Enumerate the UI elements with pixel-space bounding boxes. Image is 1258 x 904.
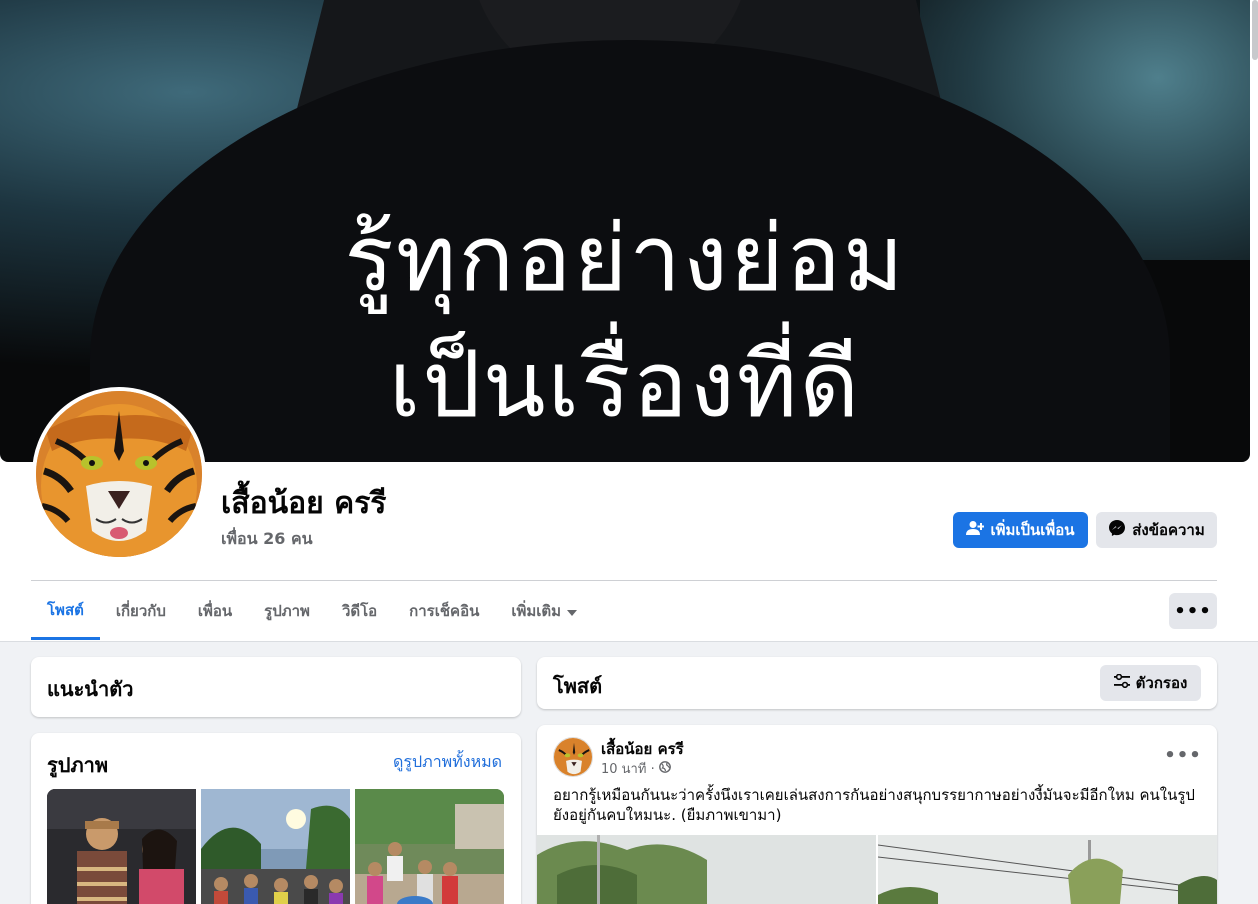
- header-bottom-border: [0, 641, 1258, 642]
- add-friend-button[interactable]: เพิ่มเป็นเพื่อน: [953, 512, 1088, 548]
- tab-friends[interactable]: เพื่อน: [182, 582, 248, 640]
- tab-posts[interactable]: โพสต์: [31, 582, 100, 640]
- intro-title: แนะนำตัว: [47, 677, 134, 701]
- chevron-down-icon: [567, 602, 578, 620]
- intro-card: แนะนำตัว: [31, 657, 521, 717]
- see-all-photos-link[interactable]: ดูรูปภาพทั้งหมด: [393, 750, 502, 775]
- profile-picture[interactable]: [32, 387, 206, 561]
- tab-more[interactable]: เพิ่มเติม: [495, 582, 593, 640]
- photo-image: [201, 789, 350, 904]
- tab-label: การเช็คอิน: [409, 602, 480, 620]
- tab-label: เพื่อน: [197, 602, 233, 620]
- cover-photo[interactable]: รู้ทุกอย่างย่อม เป็นเรื่องที่ดี: [0, 0, 1250, 462]
- profile-name: เสื้อน้อย ครรี: [221, 486, 387, 521]
- post-photo[interactable]: [878, 835, 1217, 904]
- tab-label: เกี่ยวกับ: [115, 602, 166, 620]
- cover-caption: รู้ทุกอย่างย่อม เป็นเรื่องที่ดี: [0, 196, 1250, 448]
- post-photo-image: [537, 835, 876, 904]
- filter-sliders-icon: [1113, 673, 1130, 692]
- filter-button[interactable]: ตัวกรอง: [1100, 665, 1201, 701]
- photo-image: [355, 789, 504, 904]
- messenger-icon: [1108, 519, 1126, 541]
- profile-more-options-button[interactable]: •••: [1169, 593, 1217, 629]
- filter-label: ตัวกรอง: [1135, 674, 1188, 692]
- post-options-button[interactable]: •••: [1164, 739, 1201, 771]
- posts-header-card: โพสต์ ตัวกรอง: [537, 657, 1217, 709]
- tab-label: เพิ่มเติม: [511, 602, 562, 620]
- globe-icon: [658, 760, 671, 777]
- post-photo-image: [878, 835, 1217, 904]
- page-scrollbar[interactable]: [1250, 0, 1258, 642]
- post-photo[interactable]: [537, 835, 876, 904]
- posts-title: โพสต์: [553, 674, 603, 698]
- photo-image: [47, 789, 196, 904]
- post-card: เสื้อน้อย ครรี 10 นาที · ••• อยากรู้เหมื…: [537, 725, 1217, 904]
- tiger-face-image: [554, 738, 592, 776]
- photo-thumbnail[interactable]: [355, 789, 504, 904]
- message-label: ส่งข้อความ: [1132, 521, 1205, 539]
- photos-card: รูปภาพ ดูรูปภาพทั้งหมด: [31, 733, 521, 904]
- post-text: อยากรู้เหมือนกันนะว่าครั้งนึงเราเคยเล่นส…: [553, 786, 1195, 824]
- post-timestamp[interactable]: 10 นาที ·: [601, 758, 655, 779]
- header-divider: [31, 580, 1217, 581]
- add-friend-icon: [966, 520, 985, 540]
- tiger-face-image: [36, 391, 202, 557]
- tab-checkins[interactable]: การเช็คอิน: [393, 582, 495, 640]
- post-meta: 10 นาที ·: [601, 758, 671, 779]
- tab-videos[interactable]: วิดีโอ: [326, 582, 393, 640]
- friend-count[interactable]: เพื่อน 26 คน: [221, 527, 313, 552]
- message-button[interactable]: ส่งข้อความ: [1096, 512, 1217, 548]
- photo-thumbnail[interactable]: [201, 789, 350, 904]
- photos-title: รูปภาพ: [47, 753, 109, 777]
- tab-label: วิดีโอ: [341, 602, 378, 620]
- tab-label: รูปภาพ: [264, 602, 310, 620]
- scrollbar-thumb[interactable]: [1252, 0, 1258, 60]
- add-friend-label: เพิ่มเป็นเพื่อน: [990, 521, 1075, 539]
- cover-caption-line1: รู้ทุกอย่างย่อม: [344, 205, 906, 312]
- tab-about[interactable]: เกี่ยวกับ: [100, 582, 182, 640]
- tab-photos[interactable]: รูปภาพ: [248, 582, 326, 640]
- post-author-avatar[interactable]: [553, 737, 593, 777]
- tab-label: โพสต์: [47, 600, 84, 619]
- profile-tabs: โพสต์ เกี่ยวกับ เพื่อน รูปภาพ วิดีโอ การ…: [31, 582, 593, 640]
- photo-thumbnail[interactable]: [47, 789, 196, 904]
